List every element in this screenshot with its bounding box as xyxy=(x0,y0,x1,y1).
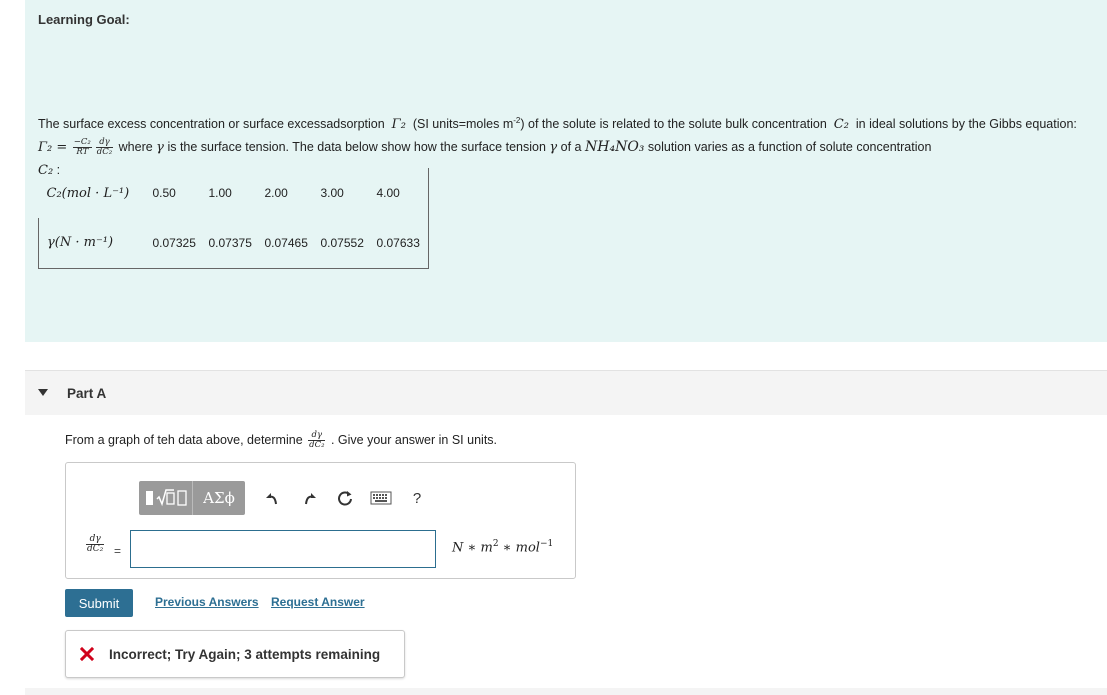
table-row: γ(N · m⁻¹) 0.07325 0.07375 0.07465 0.075… xyxy=(38,218,429,269)
frac-den: dC₂ xyxy=(309,440,325,451)
previous-answers-link[interactable]: Previous Answers xyxy=(155,595,259,609)
request-answer-link[interactable]: Request Answer xyxy=(271,595,365,609)
text: where xyxy=(118,140,153,155)
table-row: C₂(mol · L⁻¹) 0.50 1.00 2.00 3.00 4.00 xyxy=(39,168,429,218)
equals-sign: = xyxy=(114,544,122,558)
math-toolbar: ΑΣϕ ? xyxy=(139,481,435,515)
table-cell: 0.50 xyxy=(152,186,176,200)
keyboard-icon xyxy=(370,491,392,505)
table-cell: 0.07633 xyxy=(372,218,429,269)
feedback-text: Incorrect; Try Again; 3 attempts remaini… xyxy=(109,647,381,662)
frac-den: dC₂ xyxy=(96,147,113,158)
frac-den: RT xyxy=(76,147,89,158)
table-cell: 3.00 xyxy=(320,186,344,200)
undo-button[interactable] xyxy=(255,481,291,515)
learning-goal-title: Learning Goal: xyxy=(38,12,130,27)
text: . Give your answer in SI units. xyxy=(330,433,498,447)
fraction: dγ dC₂ xyxy=(95,138,114,158)
text: The surface excess concentration or surf… xyxy=(38,117,385,132)
gamma-symbol: γ xyxy=(549,140,558,156)
templates-button[interactable] xyxy=(139,481,193,515)
text: (SI units=moles m xyxy=(412,117,514,132)
table-cell: 2.00 xyxy=(264,186,288,200)
gamma-symbol: γ xyxy=(156,140,164,156)
feedback-box: Incorrect; Try Again; 3 attempts remaini… xyxy=(65,630,405,678)
text: −1 xyxy=(539,539,554,549)
greek-button[interactable]: ΑΣϕ xyxy=(193,481,245,515)
undo-icon xyxy=(266,493,277,505)
part-a-question: From a graph of teh data above, determin… xyxy=(65,425,497,455)
row-header-concentration: C₂(mol · L⁻¹) xyxy=(46,185,130,201)
templates-icon xyxy=(145,489,187,507)
text: ∗ mol xyxy=(498,540,540,556)
text: in ideal solutions by the Gibbs equation… xyxy=(855,117,1077,132)
greek-icon: ΑΣϕ xyxy=(203,489,235,507)
row-header-surface-tension: γ(N · m⁻¹) xyxy=(38,218,149,269)
text: is the surface tension. The data below s… xyxy=(167,140,546,155)
c2-symbol: C₂ xyxy=(833,117,849,133)
redo-button[interactable] xyxy=(291,481,327,515)
reset-icon xyxy=(338,491,352,506)
help-icon: ? xyxy=(412,489,422,507)
reset-button[interactable] xyxy=(327,481,363,515)
table-cell: 0.07375 xyxy=(204,218,261,269)
table-cell: 1.00 xyxy=(208,186,232,200)
text: ) of the solute is related to the solute… xyxy=(520,117,827,132)
collapse-caret-icon[interactable] xyxy=(38,389,48,396)
part-a-header[interactable]: Part A xyxy=(25,370,1107,415)
learning-goal-panel: Learning Goal: The surface excess concen… xyxy=(25,0,1107,342)
help-button[interactable]: ? xyxy=(399,481,435,515)
compound-formula: NH₄NO₃ xyxy=(585,139,645,156)
gamma2-symbol: Γ₂ xyxy=(391,117,406,133)
error-x-icon xyxy=(80,647,94,661)
bottom-band xyxy=(25,688,1107,695)
data-table: C₂(mol · L⁻¹) 0.50 1.00 2.00 3.00 4.00 γ… xyxy=(38,168,429,269)
answer-input[interactable] xyxy=(130,530,436,568)
keyboard-button[interactable] xyxy=(363,481,399,515)
text: of a xyxy=(560,140,582,155)
toolbar-button-group: ΑΣϕ xyxy=(139,481,245,515)
text: solution varies as a function of solute … xyxy=(647,140,932,155)
page: Learning Goal: The surface excess concen… xyxy=(0,0,1107,695)
frac-den: dC₂ xyxy=(87,544,104,554)
part-a-label: Part A xyxy=(67,386,107,401)
table-cell: 0.07325 xyxy=(148,218,205,269)
fraction: −C₂ RT xyxy=(72,138,92,158)
text: From a graph of teh data above, determin… xyxy=(65,433,303,447)
answer-lhs-fraction: dγ dC₂ xyxy=(86,535,105,554)
redo-icon xyxy=(305,493,316,505)
fraction: dγ dC₂ xyxy=(308,431,326,451)
units-label: N ∗ m2 ∗ mol−1 xyxy=(452,539,553,555)
table-cell: 0.07552 xyxy=(316,218,373,269)
text: N ∗ m xyxy=(452,540,493,556)
table-cell: 0.07465 xyxy=(260,218,317,269)
table-cell: 4.00 xyxy=(372,168,429,218)
answer-box: ΑΣϕ ? dγ dC₂ = N ∗ m2 ∗ mol−1 xyxy=(65,462,576,579)
equation-lhs: Γ₂ = xyxy=(38,140,68,156)
submit-button[interactable]: Submit xyxy=(65,589,133,617)
